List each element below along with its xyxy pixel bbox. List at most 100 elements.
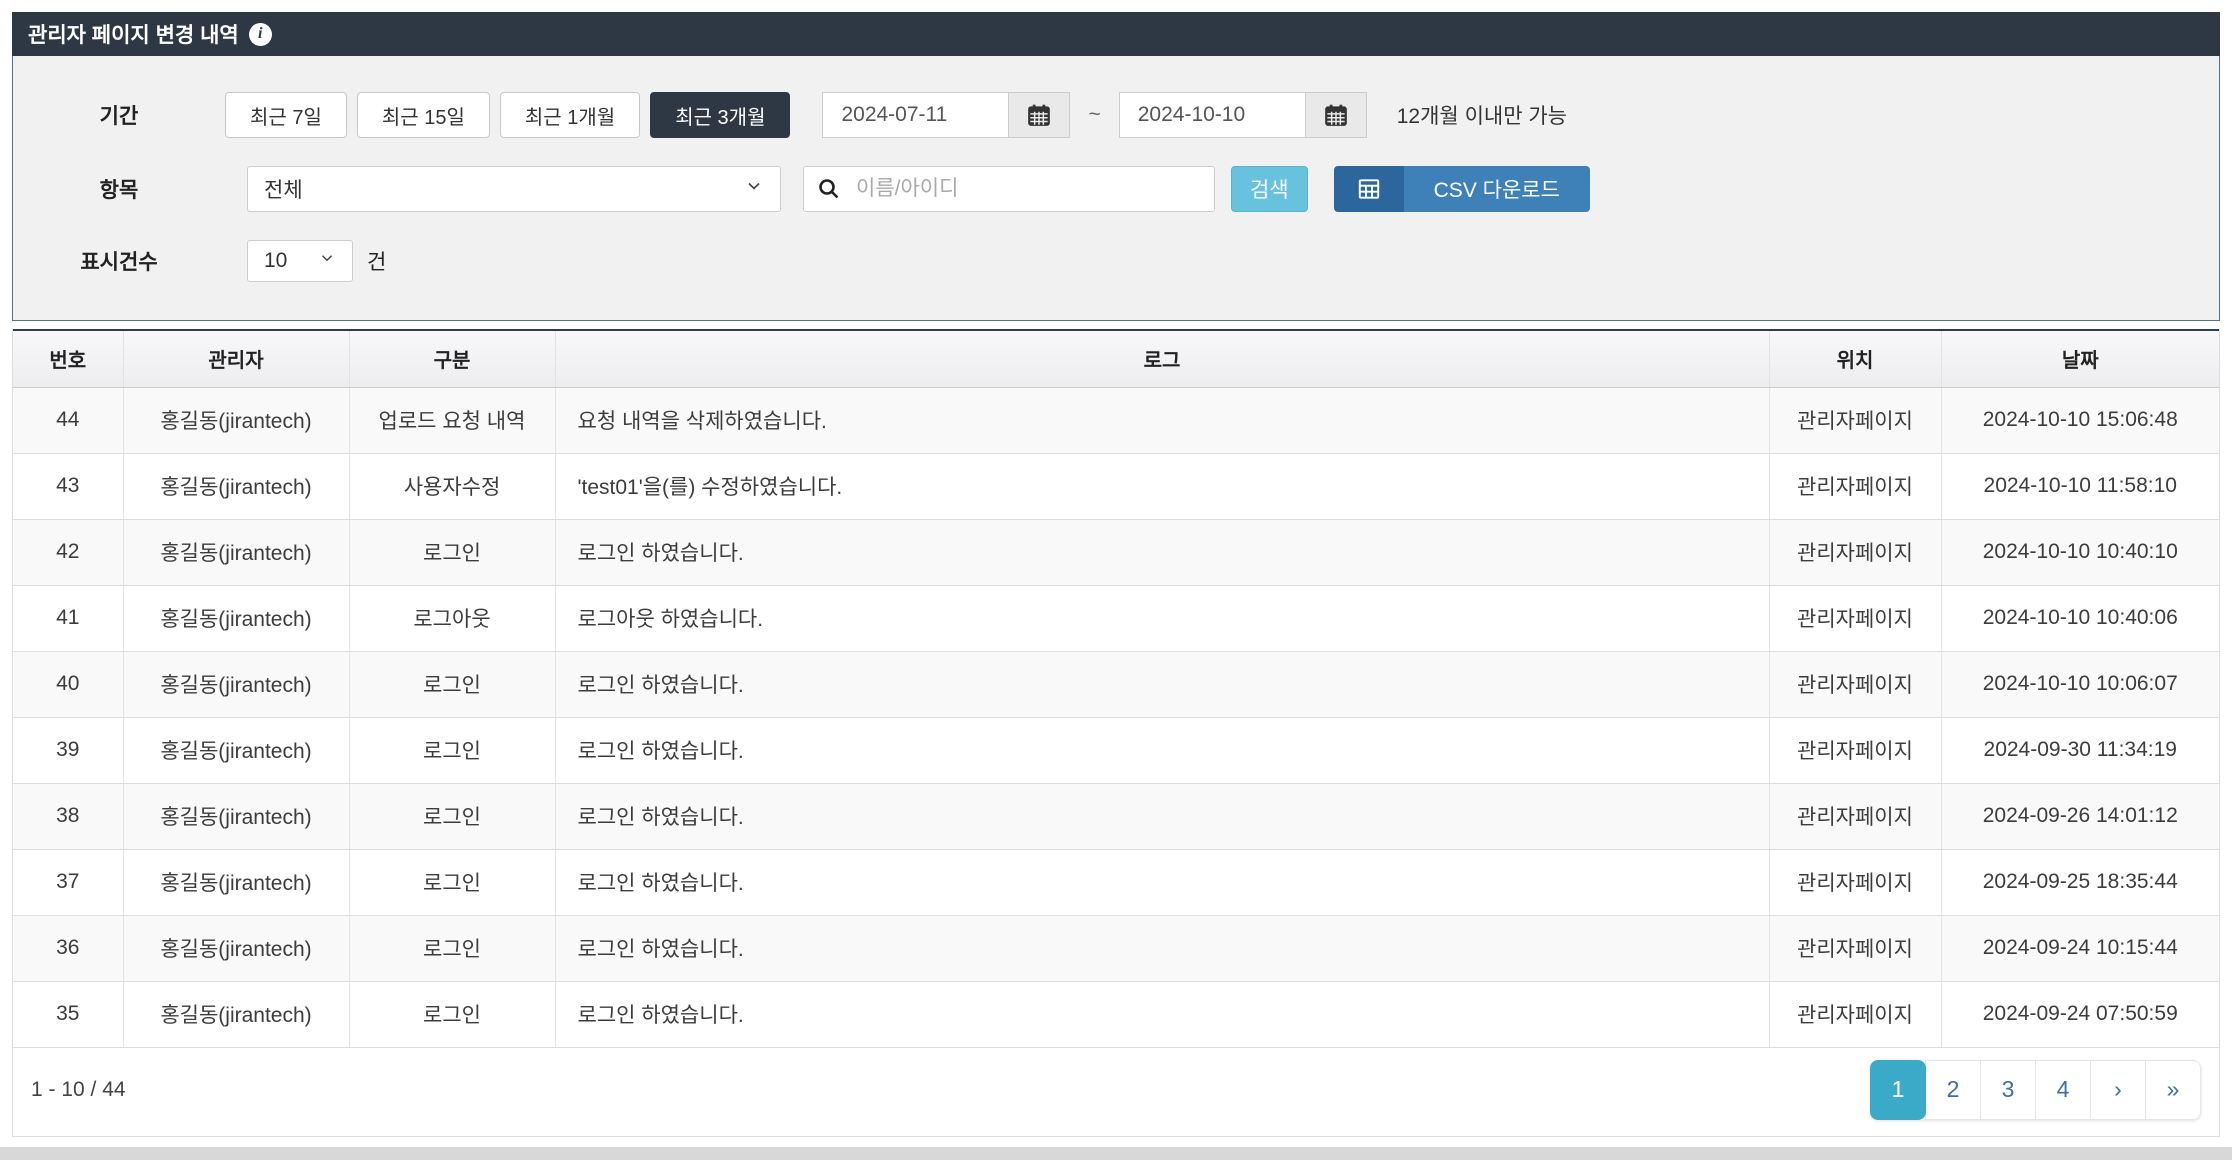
- calendar-icon[interactable]: [1008, 92, 1070, 138]
- table-row: 44홍길동(jirantech)업로드 요청 내역요청 내역을 삭제하였습니다.…: [13, 387, 2219, 453]
- cell-log: 로그인 하였습니다.: [555, 519, 1769, 585]
- cell-location: 관리자페이지: [1769, 585, 1941, 651]
- page-button-1[interactable]: 1: [1870, 1060, 1926, 1120]
- cell-log: 로그인 하였습니다.: [555, 915, 1769, 981]
- period-preset-button[interactable]: 최근 3개월: [650, 92, 790, 138]
- cell-location: 관리자페이지: [1769, 651, 1941, 717]
- date-to-group: [1119, 92, 1367, 138]
- date-from-group: [822, 92, 1070, 138]
- pagesize-label: 표시건수: [13, 246, 225, 276]
- cell-location: 관리자페이지: [1769, 783, 1941, 849]
- cell-date: 2024-10-10 10:06:07: [1941, 651, 2219, 717]
- chevron-down-icon: [744, 176, 764, 202]
- column-header-location: 위치: [1769, 330, 1941, 387]
- table-row: 36홍길동(jirantech)로그인로그인 하였습니다.관리자페이지2024-…: [13, 915, 2219, 981]
- csv-download-label: CSV 다운로드: [1404, 166, 1590, 212]
- chevron-down-icon: [318, 249, 336, 273]
- cell-no: 43: [13, 453, 123, 519]
- csv-download-button[interactable]: CSV 다운로드: [1334, 166, 1590, 212]
- cell-location: 관리자페이지: [1769, 915, 1941, 981]
- category-label: 항목: [13, 174, 225, 204]
- cell-location: 관리자페이지: [1769, 717, 1941, 783]
- cell-date: 2024-09-30 11:34:19: [1941, 717, 2219, 783]
- spreadsheet-grid-icon: [1334, 166, 1404, 212]
- cell-log: 로그인 하였습니다.: [555, 783, 1769, 849]
- pagesize-selected-value: 10: [264, 249, 287, 273]
- cell-no: 40: [13, 651, 123, 717]
- column-header-type: 구분: [349, 330, 555, 387]
- category-select[interactable]: 전체: [247, 166, 781, 212]
- cell-log: 'test01'을(를) 수정하였습니다.: [555, 453, 1769, 519]
- log-table: 번호 관리자 구분 로그 위치 날짜 44홍길동(jirantech)업로드 요…: [13, 329, 2219, 1048]
- table-row: 39홍길동(jirantech)로그인로그인 하였습니다.관리자페이지2024-…: [13, 717, 2219, 783]
- page-button-2[interactable]: 2: [1925, 1060, 1981, 1120]
- cell-date: 2024-10-10 15:06:48: [1941, 387, 2219, 453]
- cell-log: 요청 내역을 삭제하였습니다.: [555, 387, 1769, 453]
- table-row: 35홍길동(jirantech)로그인로그인 하였습니다.관리자페이지2024-…: [13, 981, 2219, 1047]
- cell-log: 로그인 하였습니다.: [555, 981, 1769, 1047]
- table-row: 41홍길동(jirantech)로그아웃로그아웃 하였습니다.관리자페이지202…: [13, 585, 2219, 651]
- date-to-input[interactable]: [1119, 92, 1305, 138]
- bottom-strip: [0, 1147, 2232, 1160]
- info-icon[interactable]: i: [249, 23, 272, 46]
- period-hint: 12개월 이내만 가능: [1397, 100, 1567, 130]
- pagination: 1234›»: [1870, 1060, 2201, 1120]
- cell-no: 37: [13, 849, 123, 915]
- filter-panel: 기간 최근 7일최근 15일최근 1개월최근 3개월: [12, 56, 2220, 321]
- search-icon: [817, 177, 841, 201]
- cell-log: 로그인 하였습니다.: [555, 717, 1769, 783]
- cell-type: 로그인: [349, 783, 555, 849]
- cell-type: 사용자수정: [349, 453, 555, 519]
- cell-date: 2024-10-10 10:40:10: [1941, 519, 2219, 585]
- date-range-tilde: ~: [1088, 103, 1100, 127]
- cell-location: 관리자페이지: [1769, 849, 1941, 915]
- filter-row-pagesize: 표시건수 10 건: [13, 240, 2219, 282]
- result-range-text: 1 - 10 / 44: [31, 1078, 126, 1102]
- column-header-date: 날짜: [1941, 330, 2219, 387]
- cell-location: 관리자페이지: [1769, 981, 1941, 1047]
- cell-type: 로그인: [349, 651, 555, 717]
- admin-change-history-page: 관리자 페이지 변경 내역 i 기간 최근 7일최근 15일최근 1개월최근 3…: [0, 0, 2232, 1137]
- cell-location: 관리자페이지: [1769, 453, 1941, 519]
- date-from-input[interactable]: [822, 92, 1008, 138]
- filter-row-category: 항목 전체 검색: [13, 166, 2219, 212]
- pagesize-unit: 건: [367, 246, 386, 276]
- table-row: 37홍길동(jirantech)로그인로그인 하였습니다.관리자페이지2024-…: [13, 849, 2219, 915]
- page-button-4[interactable]: 4: [2035, 1060, 2091, 1120]
- cell-admin: 홍길동(jirantech): [123, 981, 349, 1047]
- cell-type: 로그아웃: [349, 585, 555, 651]
- pagesize-select[interactable]: 10: [247, 240, 353, 282]
- table-row: 42홍길동(jirantech)로그인로그인 하였습니다.관리자페이지2024-…: [13, 519, 2219, 585]
- cell-admin: 홍길동(jirantech): [123, 387, 349, 453]
- last-page-button[interactable]: »: [2145, 1060, 2201, 1120]
- cell-type: 업로드 요청 내역: [349, 387, 555, 453]
- page-title: 관리자 페이지 변경 내역: [28, 19, 239, 49]
- cell-date: 2024-09-24 10:15:44: [1941, 915, 2219, 981]
- search-button[interactable]: 검색: [1231, 166, 1308, 212]
- table-header-row: 번호 관리자 구분 로그 위치 날짜: [13, 330, 2219, 387]
- period-preset-button[interactable]: 최근 15일: [357, 92, 490, 138]
- cell-admin: 홍길동(jirantech): [123, 519, 349, 585]
- cell-type: 로그인: [349, 849, 555, 915]
- log-table-wrap: 번호 관리자 구분 로그 위치 날짜 44홍길동(jirantech)업로드 요…: [12, 329, 2220, 1137]
- cell-admin: 홍길동(jirantech): [123, 651, 349, 717]
- search-input[interactable]: [803, 166, 1215, 212]
- table-row: 43홍길동(jirantech)사용자수정'test01'을(를) 수정하였습니…: [13, 453, 2219, 519]
- cell-log: 로그아웃 하였습니다.: [555, 585, 1769, 651]
- column-header-admin: 관리자: [123, 330, 349, 387]
- cell-date: 2024-10-10 11:58:10: [1941, 453, 2219, 519]
- cell-no: 41: [13, 585, 123, 651]
- calendar-icon[interactable]: [1305, 92, 1367, 138]
- cell-location: 관리자페이지: [1769, 387, 1941, 453]
- cell-no: 36: [13, 915, 123, 981]
- cell-log: 로그인 하였습니다.: [555, 849, 1769, 915]
- cell-type: 로그인: [349, 519, 555, 585]
- period-preset-button[interactable]: 최근 7일: [225, 92, 347, 138]
- period-preset-button[interactable]: 최근 1개월: [500, 92, 640, 138]
- cell-no: 35: [13, 981, 123, 1047]
- page-button-3[interactable]: 3: [1980, 1060, 2036, 1120]
- next-page-button[interactable]: ›: [2090, 1060, 2146, 1120]
- category-selected-value: 전체: [264, 174, 303, 204]
- filter-row-period: 기간 최근 7일최근 15일최근 1개월최근 3개월: [13, 92, 2219, 138]
- cell-admin: 홍길동(jirantech): [123, 585, 349, 651]
